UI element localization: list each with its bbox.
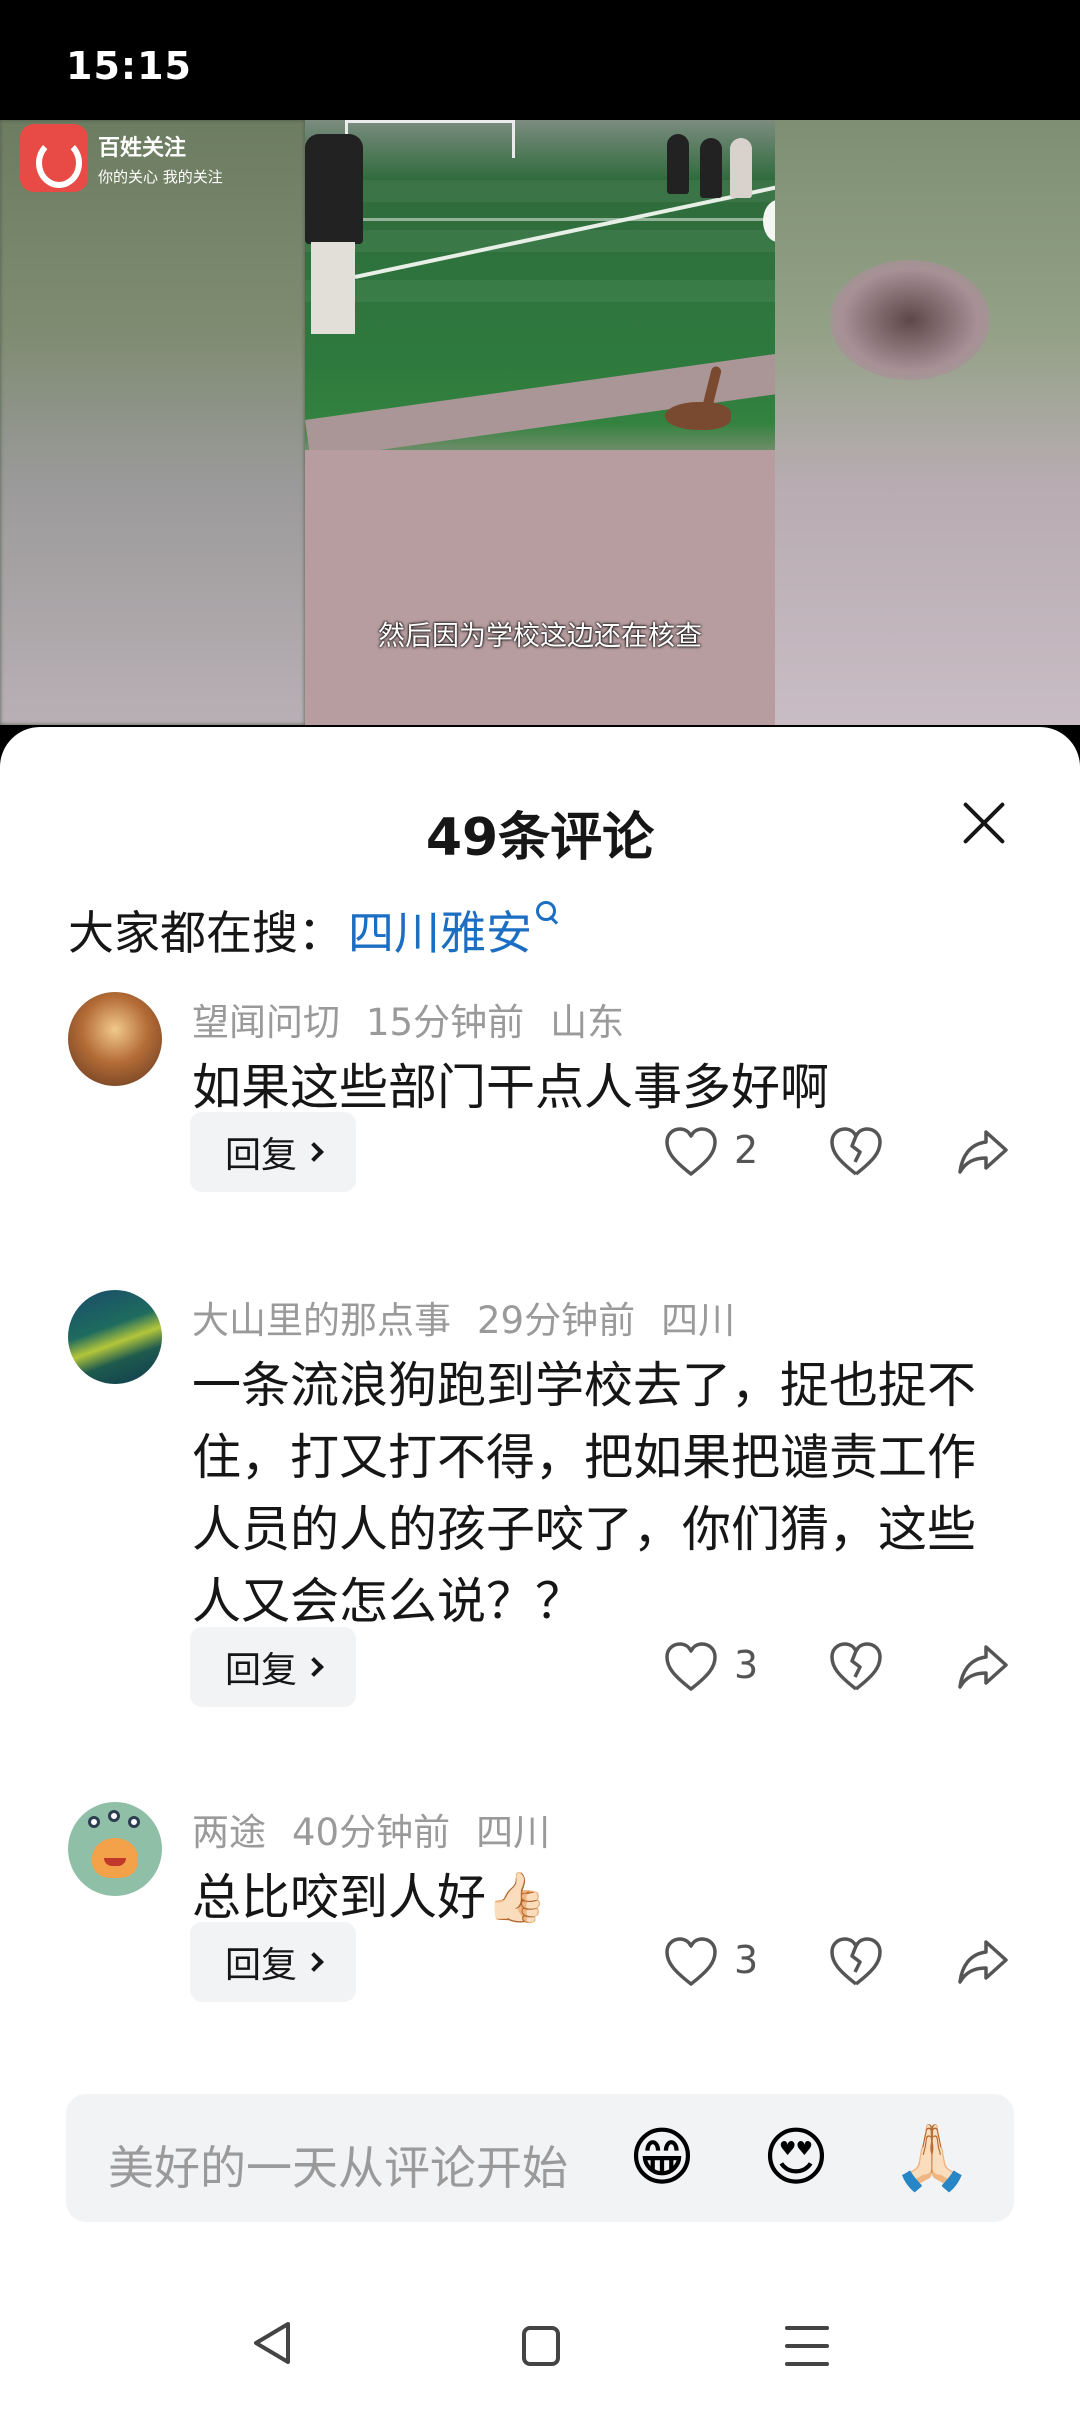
video-person [700, 138, 722, 198]
comment-location: 四川 [476, 1811, 551, 1854]
system-nav-bar [0, 2290, 1080, 2412]
search-icon[interactable] [534, 897, 562, 933]
reply-label: 回复 [224, 1650, 297, 1691]
video-person [305, 134, 363, 244]
video-blur-right [775, 120, 1080, 725]
channel-logo-icon [20, 124, 88, 192]
comment-time: 29分钟前 [477, 1299, 636, 1342]
comment-actions: 3 [660, 1922, 1020, 2002]
avatar[interactable] [68, 1290, 162, 1384]
home-square-icon[interactable] [522, 2326, 560, 2366]
video-dog [665, 402, 731, 430]
field-line [305, 218, 775, 221]
broken-heart-icon[interactable] [828, 1641, 884, 1693]
broken-heart-icon[interactable] [828, 1936, 884, 1988]
comment-time: 40分钟前 [292, 1811, 451, 1854]
reply-button[interactable]: 回复 [190, 1922, 356, 2002]
video-subtitle: 然后因为学校这边还在核查 [378, 621, 702, 652]
comment-username[interactable]: 大山里的那点事 [192, 1299, 451, 1342]
comment-meta: 两途 40分钟前 四川 [192, 1802, 550, 1856]
video-player[interactable]: 然后因为学校这边还在核查 [0, 120, 1080, 725]
heart-outline-icon[interactable] [663, 1936, 719, 1988]
reply-button[interactable]: 回复 [190, 1112, 356, 1192]
share-arrow-icon[interactable] [956, 1128, 1010, 1176]
comment-count-title: 49条评论 [425, 808, 655, 868]
reply-label: 回复 [224, 1135, 297, 1176]
status-bar: 15:15 [0, 0, 1080, 120]
chevron-right-icon [304, 1142, 324, 1162]
share-arrow-icon[interactable] [956, 1643, 1010, 1691]
menu-lines-icon[interactable] [785, 2326, 829, 2366]
emoji-grin-icon[interactable]: 😁 [624, 2120, 700, 2196]
heart-outline-icon[interactable] [663, 1126, 719, 1178]
back-triangle-icon[interactable] [250, 2320, 294, 2366]
comment-location: 山东 [550, 1001, 625, 1044]
video-blur-shape [830, 260, 990, 380]
heart-outline-icon[interactable] [663, 1641, 719, 1693]
emoji-pray-icon[interactable]: 🙏🏻 [892, 2120, 972, 2196]
avatar[interactable] [68, 992, 162, 1086]
share-arrow-icon[interactable] [956, 1938, 1010, 1986]
reply-button[interactable]: 回复 [190, 1627, 356, 1707]
comment-username[interactable]: 两途 [192, 1811, 266, 1854]
comment-username[interactable]: 望闻问切 [192, 1001, 340, 1044]
channel-logo-title: 百姓关注 [98, 135, 187, 161]
comment-input[interactable]: 美好的一天从评论开始 😁 😍 🙏🏻 [66, 2094, 1014, 2222]
video-person-legs [311, 242, 355, 334]
comment-actions: 2 [660, 1112, 1020, 1192]
hot-search: 大家都在搜： 四川雅安 [68, 897, 562, 963]
status-time: 15:15 [66, 44, 192, 88]
comment-meta: 望闻问切 15分钟前 山东 [192, 992, 624, 1046]
emoji-heart-eyes-icon[interactable]: 😍 [758, 2120, 834, 2196]
like-count: 3 [734, 1938, 759, 1982]
comment-text: 一条流浪狗跑到学校去了，捉也捉不住，打又打不得，把如果把谴责工作人员的人的孩子咬… [192, 1357, 977, 1630]
channel-logo: 百姓关注 你的关心 我的关注 [20, 124, 223, 192]
field-stripe [305, 230, 775, 252]
comment-meta: 大山里的那点事 29分钟前 四川 [192, 1290, 735, 1344]
like-count: 3 [734, 1643, 759, 1687]
comment-time: 15分钟前 [366, 1001, 525, 1044]
broken-heart-icon[interactable] [828, 1126, 884, 1178]
video-person [667, 134, 689, 194]
chevron-right-icon [304, 1952, 324, 1972]
video-person [730, 138, 752, 198]
avatar[interactable] [68, 1802, 162, 1896]
hot-search-label: 大家都在搜： [68, 906, 344, 960]
close-icon[interactable] [956, 795, 1012, 851]
reply-label: 回复 [224, 1945, 297, 1986]
chevron-right-icon [304, 1657, 324, 1677]
comment-actions: 3 [660, 1627, 1020, 1707]
hot-search-link[interactable]: 四川雅安 [348, 897, 532, 963]
comment-location: 四川 [661, 1299, 736, 1342]
field-stripe [305, 280, 775, 302]
channel-logo-subtitle: 你的关心 我的关注 [98, 167, 223, 186]
video-blur-left [0, 120, 305, 725]
video-goal [345, 120, 515, 158]
like-count: 2 [734, 1128, 759, 1172]
track [305, 450, 775, 725]
comment-input-placeholder: 美好的一天从评论开始 [108, 2141, 568, 2195]
